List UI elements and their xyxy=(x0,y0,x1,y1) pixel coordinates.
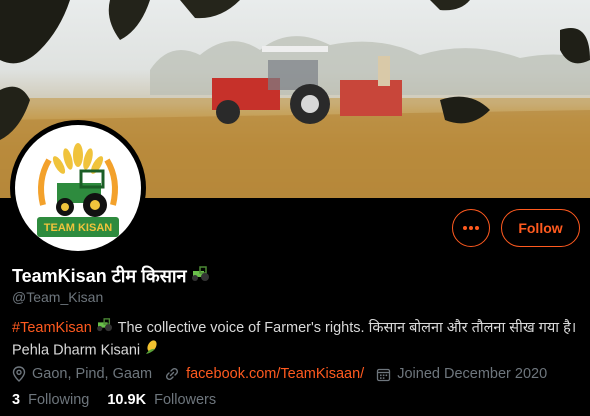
team-kisan-logo: TEAM KISAN xyxy=(37,143,119,237)
follow-button-label: Follow xyxy=(518,220,563,236)
profile-meta: Gaon, Pind, Gaam facebook.com/TeamKisaan… xyxy=(12,364,559,384)
profile-avatar[interactable]: TEAM KISAN xyxy=(10,120,146,256)
following-stat[interactable]: 3 Following xyxy=(12,392,89,408)
follow-button[interactable]: Follow xyxy=(501,209,580,247)
location-pin-icon xyxy=(12,366,26,382)
followers-stat[interactable]: 10.9K Followers xyxy=(107,392,216,408)
tractor-icon xyxy=(191,265,211,287)
corn-icon xyxy=(144,339,160,362)
bio-hashtag-link[interactable]: #TeamKisan xyxy=(12,320,92,336)
joined-text: Joined December 2020 xyxy=(397,366,548,382)
follow-stats: 3 Following 10.9K Followers xyxy=(12,392,234,408)
tractor-icon xyxy=(96,317,114,339)
svg-text:TEAM KISAN: TEAM KISAN xyxy=(44,222,113,234)
followers-label: Followers xyxy=(154,392,217,408)
user-handle: @Team_Kisan xyxy=(12,289,104,305)
following-label: Following xyxy=(28,392,90,408)
website-link[interactable]: facebook.com/TeamKisaan/ xyxy=(186,366,364,382)
followers-count: 10.9K xyxy=(107,392,147,408)
location-item: Gaon, Pind, Gaam xyxy=(12,366,152,382)
following-count: 3 xyxy=(12,392,21,408)
display-name: TeamKisan टीम किसान xyxy=(12,264,211,288)
profile-bio: #TeamKisan The collective voice of Farme… xyxy=(12,317,582,362)
joined-item: Joined December 2020 xyxy=(376,366,547,382)
more-horizontal-icon xyxy=(463,226,479,230)
website-item: facebook.com/TeamKisaan/ xyxy=(164,366,364,382)
more-options-button[interactable] xyxy=(452,209,490,247)
link-icon xyxy=(164,366,180,382)
display-name-text: TeamKisan टीम किसान xyxy=(12,266,187,286)
location-text: Gaon, Pind, Gaam xyxy=(32,366,153,382)
calendar-icon xyxy=(376,367,391,382)
